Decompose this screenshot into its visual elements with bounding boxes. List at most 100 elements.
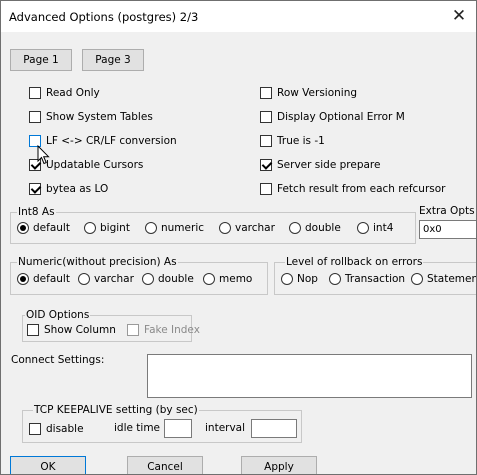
fetch-result-label: Fetch result from each refcursor xyxy=(277,183,446,195)
radio-circle xyxy=(329,273,341,285)
checkbox-box xyxy=(127,324,139,336)
extra-opts-label: Extra Opts xyxy=(419,205,475,217)
connect-settings-label: Connect Settings: xyxy=(11,354,105,366)
display-optional-error-checkbox[interactable]: Display Optional Error M xyxy=(260,109,405,125)
checkbox-box xyxy=(29,423,41,435)
keepalive-group-title: TCP KEEPALIVE setting (by sec) xyxy=(33,404,199,416)
numeric-radio-default[interactable]: default xyxy=(17,273,70,285)
window-title: Advanced Options (postgres) 2/3 xyxy=(9,10,199,24)
title-bar: Advanced Options (postgres) 2/3 ✕ xyxy=(1,1,476,32)
rollback-radio-statement[interactable]: Statement xyxy=(411,273,477,285)
idle-time-label: idle time xyxy=(114,422,161,434)
bytea-as-lo-checkbox[interactable]: bytea as LO xyxy=(29,181,108,197)
rollback-group: Level of rollback on errors Nop Transact… xyxy=(274,256,477,295)
radio-circle xyxy=(84,222,96,234)
keepalive-group: TCP KEEPALIVE setting (by sec) disable i… xyxy=(22,404,302,443)
rollback-group-title: Level of rollback on errors xyxy=(285,256,424,268)
display-optional-error-label: Display Optional Error M xyxy=(277,111,405,123)
numeric-radio-memo[interactable]: memo xyxy=(203,273,252,285)
read-only-checkbox[interactable]: Read Only xyxy=(29,85,100,101)
radio-circle xyxy=(145,222,157,234)
checkbox-box xyxy=(260,87,272,99)
radio-label: varchar xyxy=(235,222,275,234)
interval-input[interactable] xyxy=(251,419,297,438)
checkbox-box xyxy=(260,183,272,195)
keepalive-disable-label: disable xyxy=(46,423,84,435)
extra-opts-input[interactable]: 0x0 xyxy=(419,220,476,239)
radio-label: default xyxy=(33,222,70,234)
cancel-button[interactable]: Cancel xyxy=(127,456,203,474)
interval-label: interval xyxy=(205,422,246,434)
advanced-options-dialog: Advanced Options (postgres) 2/3 ✕ Page 1… xyxy=(0,0,477,475)
int8-radio-double[interactable]: double xyxy=(289,222,341,234)
radio-label: double xyxy=(158,273,194,285)
oid-group-title: OID Options xyxy=(25,309,91,321)
rollback-radio-transaction[interactable]: Transaction xyxy=(329,273,405,285)
radio-label: Nop xyxy=(297,273,318,285)
int8-group-title: Int8 As xyxy=(17,206,56,218)
int8-radio-int4[interactable]: int4 xyxy=(357,222,393,234)
close-icon[interactable]: ✕ xyxy=(448,5,470,27)
rollback-radio-nop[interactable]: Nop xyxy=(281,273,318,285)
checkbox-box xyxy=(29,111,41,123)
updatable-cursors-label: Updatable Cursors xyxy=(46,159,144,171)
radio-circle xyxy=(289,222,301,234)
int8-radio-numeric[interactable]: numeric xyxy=(145,222,204,234)
idle-time-input[interactable] xyxy=(164,419,192,438)
numeric-radio-double[interactable]: double xyxy=(142,273,194,285)
apply-button[interactable]: Apply xyxy=(241,456,317,474)
lf-conversion-checkbox[interactable]: LF <-> CR/LF conversion xyxy=(29,133,177,149)
oid-group: OID Options Show Column Fake Index xyxy=(22,309,200,342)
radio-label: default xyxy=(33,273,70,285)
radio-label: numeric xyxy=(161,222,205,234)
row-versioning-checkbox[interactable]: Row Versioning xyxy=(260,85,357,101)
radio-label: Transaction xyxy=(345,273,406,285)
int8-radio-default[interactable]: default xyxy=(17,222,70,234)
radio-circle xyxy=(78,273,90,285)
show-system-tables-checkbox[interactable]: Show System Tables xyxy=(29,109,153,125)
show-column-checkbox[interactable]: Show Column xyxy=(27,322,116,338)
connect-settings-input[interactable] xyxy=(147,354,472,398)
page1-button[interactable]: Page 1 xyxy=(10,49,72,71)
numeric-radio-varchar[interactable]: varchar xyxy=(78,273,134,285)
radio-label: varchar xyxy=(94,273,134,285)
checkbox-box xyxy=(27,324,39,336)
read-only-label: Read Only xyxy=(46,87,100,99)
bytea-as-lo-label: bytea as LO xyxy=(46,183,109,195)
fetch-result-checkbox[interactable]: Fetch result from each refcursor xyxy=(260,181,445,197)
page3-button[interactable]: Page 3 xyxy=(82,49,144,71)
show-system-tables-label: Show System Tables xyxy=(46,111,153,123)
numeric-group: Numeric(without precision) As default va… xyxy=(10,256,268,295)
true-is-minus1-checkbox[interactable]: True is -1 xyxy=(260,133,325,149)
radio-circle xyxy=(17,222,29,234)
true-is-minus1-label: True is -1 xyxy=(277,135,325,147)
int8-radio-varchar[interactable]: varchar xyxy=(219,222,275,234)
keepalive-disable-checkbox[interactable]: disable xyxy=(29,421,84,437)
checkbox-box xyxy=(260,111,272,123)
radio-label: Statement xyxy=(427,273,477,285)
radio-circle xyxy=(142,273,154,285)
fake-index-label: Fake Index xyxy=(144,324,200,336)
checkbox-box xyxy=(260,159,272,171)
checkbox-box xyxy=(29,87,41,99)
server-side-prepare-checkbox[interactable]: Server side prepare xyxy=(260,157,380,173)
fake-index-checkbox[interactable]: Fake Index xyxy=(127,322,200,338)
checkbox-box xyxy=(260,135,272,147)
row-versioning-label: Row Versioning xyxy=(277,87,358,99)
ok-button[interactable]: OK xyxy=(10,456,86,474)
radio-label: bigint xyxy=(100,222,130,234)
int8-group: Int8 As default bigint numeric varchar d… xyxy=(10,206,416,244)
radio-circle xyxy=(411,273,423,285)
mouse-pointer-icon xyxy=(37,145,50,165)
radio-label: memo xyxy=(219,273,253,285)
radio-label: double xyxy=(305,222,341,234)
int8-radio-bigint[interactable]: bigint xyxy=(84,222,130,234)
server-side-prepare-label: Server side prepare xyxy=(277,159,381,171)
lf-conversion-label: LF <-> CR/LF conversion xyxy=(46,135,177,147)
radio-circle xyxy=(219,222,231,234)
radio-label: int4 xyxy=(373,222,394,234)
show-column-label: Show Column xyxy=(44,324,116,336)
radio-circle xyxy=(203,273,215,285)
radio-circle xyxy=(357,222,369,234)
numeric-group-title: Numeric(without precision) As xyxy=(17,256,178,268)
